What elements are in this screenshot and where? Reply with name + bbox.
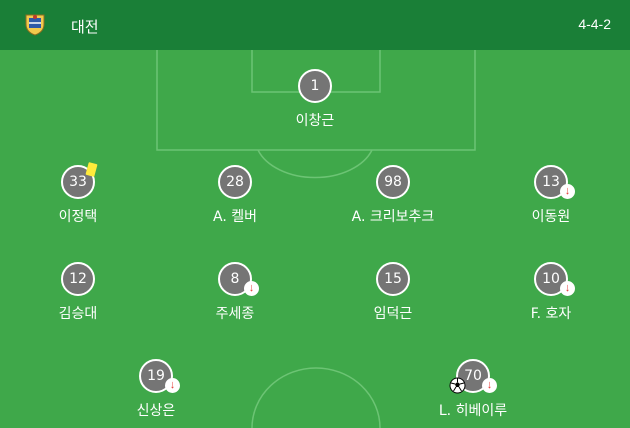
player-defender-2[interactable]: 28 A. 켈버 xyxy=(175,165,295,229)
player-number: 1 xyxy=(298,69,332,103)
substitution-out-icon: ↓ xyxy=(560,281,575,296)
player-name: 김승대 xyxy=(58,306,98,322)
substitution-out-icon: ↓ xyxy=(165,378,180,393)
player-name: L. 히베이루 xyxy=(438,403,508,419)
player-name: 이창근 xyxy=(295,113,335,129)
player-name: F. 호자 xyxy=(530,306,572,322)
team-name: 대전 xyxy=(71,19,99,36)
player-midfielder-2[interactable]: 8 ↓ 주세종 xyxy=(175,262,295,326)
substitution-out-icon: ↓ xyxy=(560,184,575,199)
player-number: 98 xyxy=(376,165,410,199)
substitution-out-icon: ↓ xyxy=(482,378,497,393)
player-number: 12 xyxy=(61,262,95,296)
lineup-panel: 대전 4-4-2 1 이창근 33 이정택 28 A. 켈버 98 A. 크리보… xyxy=(0,0,630,428)
player-midfielder-4[interactable]: 10 ↓ F. 호자 xyxy=(491,262,611,326)
player-midfielder-3[interactable]: 15 임덕근 xyxy=(333,262,453,326)
player-defender-3[interactable]: 98 A. 크리보추크 xyxy=(333,165,453,229)
goal-ball-icon xyxy=(449,377,466,394)
player-name: 임덕근 xyxy=(373,306,413,322)
player-forward-1[interactable]: 19 ↓ 신상은 xyxy=(96,359,216,423)
player-name: A. 크리보추크 xyxy=(351,209,435,225)
player-midfielder-1[interactable]: 12 김승대 xyxy=(18,262,138,326)
player-name: 이정택 xyxy=(58,209,98,225)
player-name: A. 켈버 xyxy=(213,209,257,225)
player-defender-1[interactable]: 33 이정택 xyxy=(18,162,138,229)
player-forward-2[interactable]: 70 ↓ L. 히베이루 xyxy=(413,359,533,423)
team-header: 대전 4-4-2 xyxy=(0,0,630,50)
player-name: 이동원 xyxy=(531,209,571,225)
formation-label: 4-4-2 xyxy=(578,16,611,32)
player-defender-4[interactable]: 13 ↓ 이동원 xyxy=(491,165,611,229)
team-crest-icon xyxy=(25,14,45,36)
yellow-card-icon xyxy=(85,162,98,177)
substitution-out-icon: ↓ xyxy=(244,281,259,296)
player-name: 주세종 xyxy=(215,306,255,322)
player-number: 15 xyxy=(376,262,410,296)
player-number: 28 xyxy=(218,165,252,199)
player-name: 신상은 xyxy=(136,403,176,419)
player-goalkeeper[interactable]: 1 이창근 xyxy=(255,69,375,133)
